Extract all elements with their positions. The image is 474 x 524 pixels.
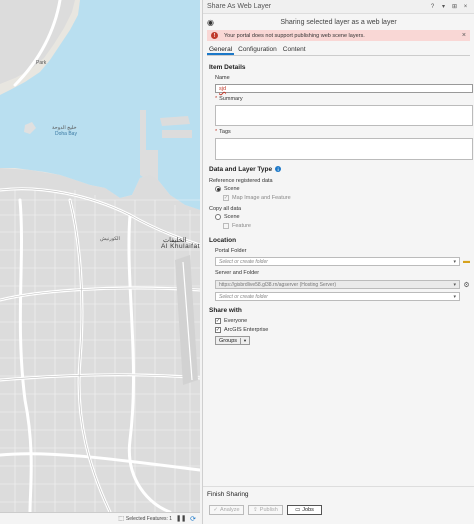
tab-strip: General Configuration Content — [207, 46, 470, 56]
map-label-al-khulaifat: Al Khulaifat — [161, 243, 200, 250]
pane-subtitle: Sharing selected layer as a web layer — [280, 19, 397, 26]
close-icon[interactable]: × — [461, 2, 470, 11]
chevron-down-icon: ▾ — [453, 281, 456, 288]
name-field[interactable]: sjd — [215, 84, 473, 93]
map-label-park: Park — [36, 60, 47, 66]
tab-general[interactable]: General — [207, 46, 235, 55]
folder-icon[interactable]: ▬ — [462, 257, 471, 266]
pane-titlebar: Share As Web Layer ? ▾ ⊞ × — [203, 0, 474, 14]
server-settings-icon[interactable]: ⚙ — [462, 280, 471, 289]
pause-icon[interactable]: ❚❚ — [176, 515, 186, 522]
map-image-feature-checkbox[interactable]: ✓ Map Image and Feature — [223, 195, 291, 201]
portal-folder-combo[interactable]: Select or create folder ▾ — [215, 257, 460, 266]
portal-folder-label: Portal Folder — [215, 248, 247, 254]
tags-label: * Tags — [215, 129, 231, 135]
publish-button[interactable]: ⇪ Publish — [248, 505, 283, 515]
tags-field[interactable] — [215, 138, 473, 160]
reference-data-label: Reference registered data — [209, 178, 273, 184]
error-icon: ! — [211, 32, 218, 39]
checkbox-unchecked-icon — [223, 223, 229, 229]
map-label-doha-bay: Doha Bay — [55, 131, 77, 137]
error-message: Your portal does not support publishing … — [224, 32, 365, 39]
groups-dropdown-button[interactable]: Groups ▾ — [215, 336, 250, 345]
chevron-down-icon: ▾ — [453, 258, 456, 265]
server-folder-label: Server and Folder — [215, 270, 260, 276]
map-view[interactable]: Park خليج الدوحة Doha Bay الخليفات Al Kh… — [0, 0, 200, 524]
chevron-down-icon: ▾ — [243, 337, 247, 343]
finish-sharing-heading: Finish Sharing — [207, 491, 249, 498]
analyze-button[interactable]: ✓ Analyze — [209, 505, 244, 515]
summary-field[interactable] — [215, 105, 473, 126]
checkbox-checked-icon: ✓ — [215, 326, 221, 333]
upload-icon: ⇪ — [253, 507, 258, 513]
share-with-heading: Share with — [209, 307, 242, 314]
server-folder-combo[interactable]: Select or create folder ▾ — [215, 292, 460, 301]
back-arrow-icon[interactable]: ◉ — [207, 18, 214, 27]
copy-scene-radio[interactable]: Scene — [215, 214, 240, 220]
jobs-button[interactable]: ▭ Jobs — [287, 505, 322, 515]
chevron-down-icon: ▾ — [453, 293, 456, 300]
jobs-icon: ▭ — [295, 507, 301, 513]
finish-sharing-section: Finish Sharing ✓ Analyze ⇪ Publish ▭ Job… — [203, 486, 474, 524]
dismiss-error-icon[interactable]: × — [462, 32, 466, 39]
map-status-bar: ⬚ Selected Features: 1 ❚❚ ⟳ — [0, 512, 200, 524]
error-message-bar: ! Your portal does not support publishin… — [207, 30, 470, 41]
share-web-layer-pane: Share As Web Layer ? ▾ ⊞ × ◉ Sharing sel… — [202, 0, 474, 524]
copy-feature-checkbox[interactable]: Feature — [223, 223, 251, 229]
location-heading: Location — [209, 237, 237, 244]
pane-options-icon[interactable]: ▾ — [439, 2, 448, 11]
data-layer-type-heading: Data and Layer Type i — [209, 166, 282, 173]
map-label-corniche: الكورنيش — [100, 236, 120, 242]
name-label: Name — [215, 75, 230, 81]
selected-features-text: Selected Features: 1 — [125, 515, 173, 522]
selected-features-indicator[interactable]: ⬚ Selected Features: 1 — [118, 515, 173, 523]
map-canvas — [0, 0, 200, 524]
pane-header: ◉ Sharing selected layer as a web layer — [203, 14, 474, 28]
server-combo[interactable]: https://gisbrdlive58.gl38.rn/agserver (H… — [215, 280, 460, 289]
pane-title: Share As Web Layer — [207, 3, 272, 10]
selection-icon: ⬚ — [118, 516, 124, 522]
auto-hide-icon[interactable]: ⊞ — [450, 2, 459, 11]
radio-selected-icon — [215, 186, 221, 192]
tab-content[interactable]: Content — [281, 46, 308, 55]
info-icon[interactable]: i — [275, 166, 282, 173]
check-icon: ✓ — [213, 507, 219, 513]
copy-data-label: Copy all data — [209, 206, 242, 212]
tab-configuration[interactable]: Configuration — [236, 46, 279, 55]
checkbox-checked-icon: ✓ — [223, 194, 229, 201]
everyone-checkbox[interactable]: ✓ Everyone — [215, 318, 247, 324]
reference-scene-radio[interactable]: Scene — [215, 186, 240, 192]
item-details-heading: Item Details — [209, 64, 246, 71]
radio-unselected-icon — [215, 214, 221, 220]
refresh-icon[interactable]: ⟳ — [190, 515, 196, 523]
arcgis-enterprise-checkbox[interactable]: ✓ ArcGIS Enterprise — [215, 327, 268, 333]
summary-label: * Summary — [215, 96, 243, 102]
checkbox-checked-icon: ✓ — [215, 317, 221, 324]
help-icon[interactable]: ? — [428, 2, 437, 11]
